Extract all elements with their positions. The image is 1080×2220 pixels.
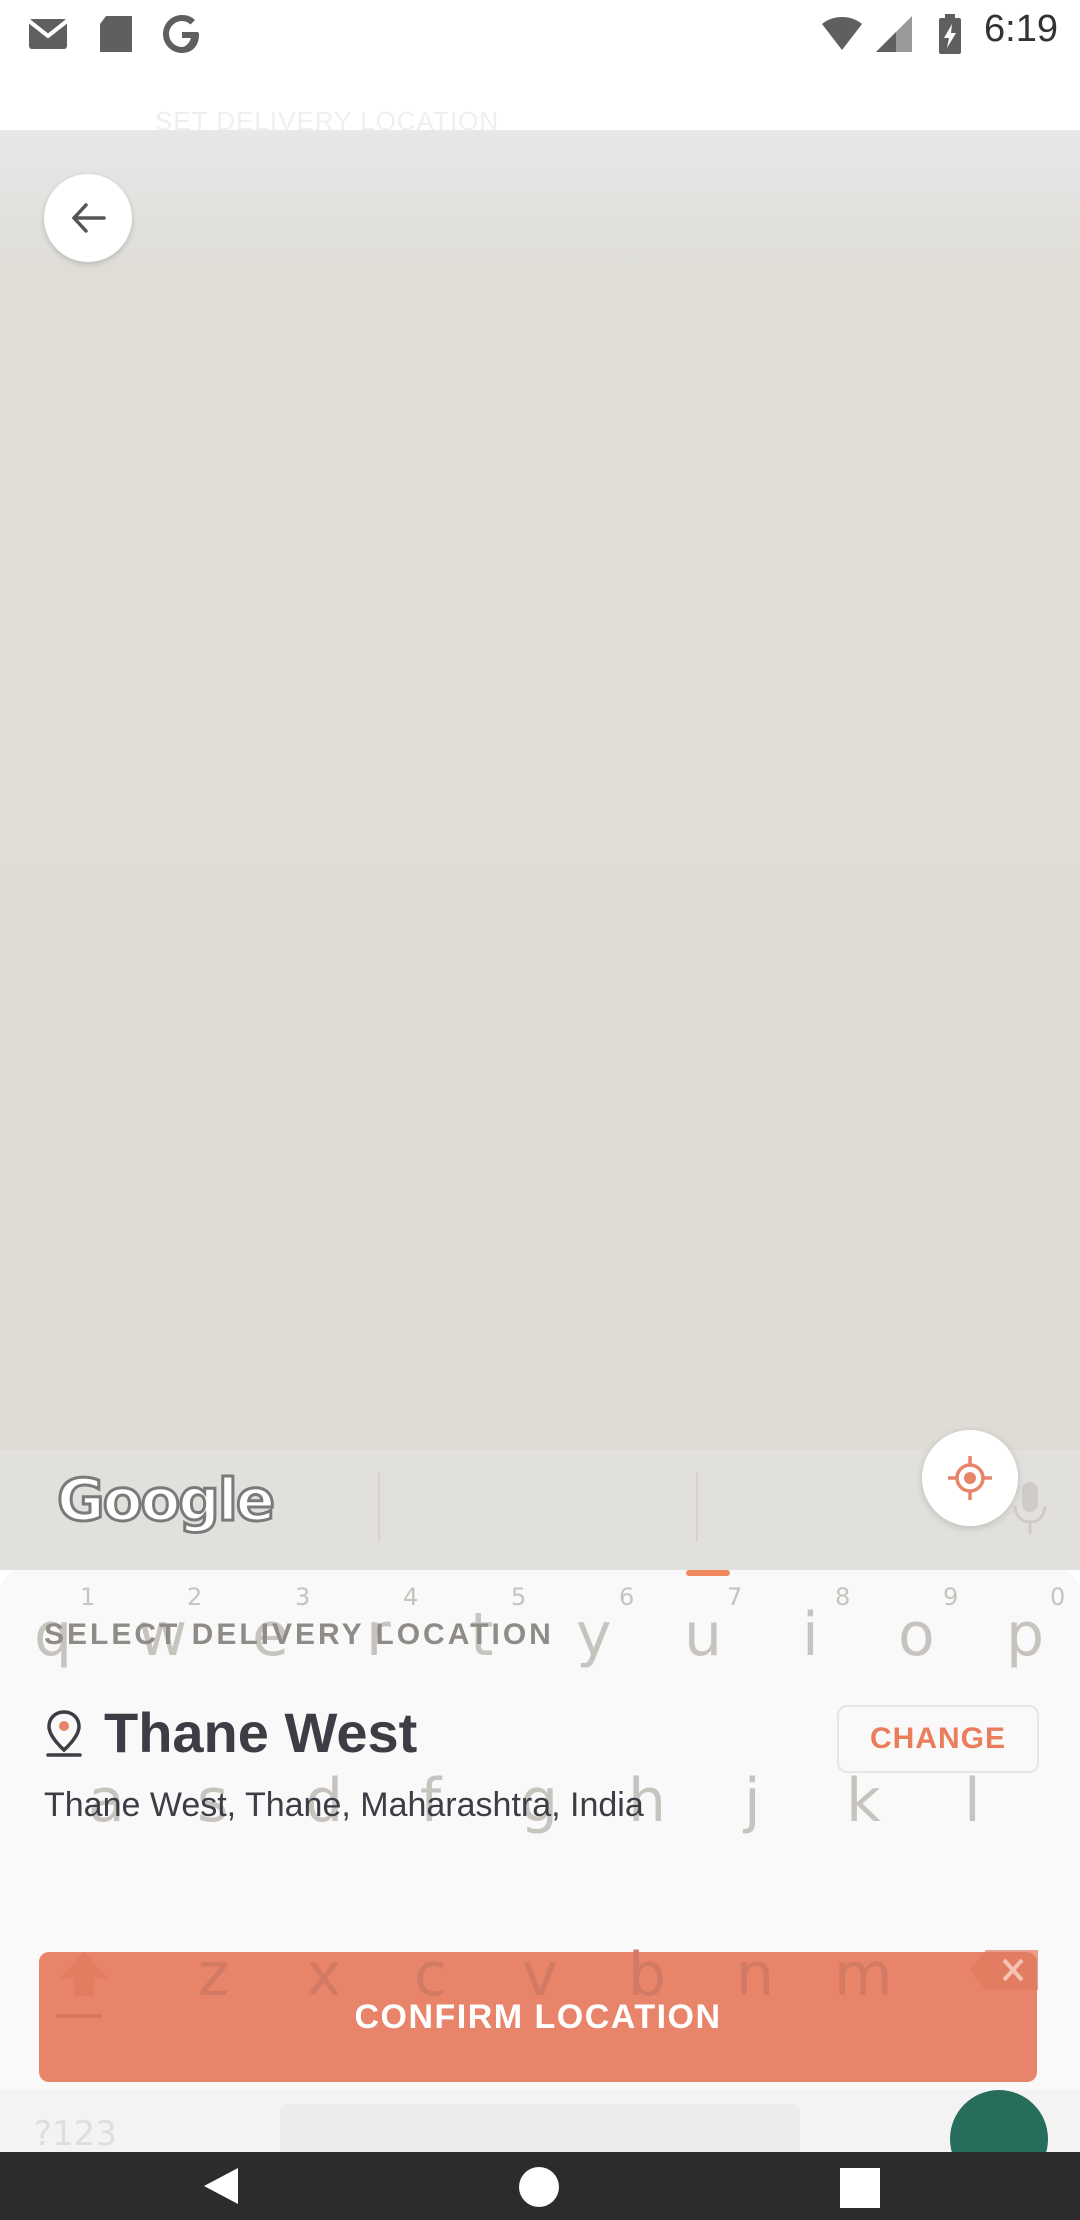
nav-recents-icon[interactable] [838,2166,882,2210]
clock: 6:19 [984,8,1058,50]
ghost-key: 4 [403,1583,419,1611]
symbols-key: ?123 [34,2114,117,2154]
ghost-key: 6 [619,1583,635,1611]
ghost-key: 1 [80,1583,96,1611]
ghost-key: c [414,1940,447,2010]
nav-back-icon[interactable] [198,2164,242,2208]
ghost-key: k [846,1766,881,1836]
nav-home-icon[interactable] [516,2164,562,2210]
section-label: SELECT DELIVERY LOCATION [44,1618,554,1651]
ghost-key: o [898,1600,935,1670]
divider [696,1472,698,1542]
ghost-key: 2 [187,1583,203,1611]
ghost-key: z [198,1940,230,2010]
ghost-key: j [744,1766,761,1836]
cell-signal-icon [876,16,912,52]
ghost-key: m [834,1940,893,2010]
google-icon [163,15,199,53]
wifi-icon [822,17,862,50]
place-name: Thane West [104,1701,418,1764]
header: SET DELIVERY LOCATION [0,66,1080,136]
keyboard-cursor-indicator [686,1570,730,1576]
ghost-key: 9 [943,1583,959,1611]
ghost-key: 7 [727,1583,743,1611]
sd-card-icon [100,16,132,52]
google-attribution: Google [55,1465,276,1536]
backspace-key-icon [970,1950,1038,1990]
arrow-back-icon [72,203,106,233]
place-address: Thane West, Thane, Maharashtra, India [44,1786,644,1824]
my-location-icon [948,1456,992,1500]
battery-charging-icon [939,14,961,54]
system-nav-bar [0,2152,1080,2220]
ghost-key: v [522,1940,558,2010]
back-button[interactable] [44,174,132,262]
ghost-key: u [684,1600,723,1670]
map-view[interactable] [0,130,1080,1450]
ghost-key: b [628,1940,667,2010]
change-location-button[interactable]: CHANGE [837,1705,1039,1773]
ghost-key: y [576,1600,612,1670]
ghost-key: x [306,1940,342,2010]
ghost-key: i [802,1600,819,1670]
location-pin-icon [46,1710,82,1757]
ghost-key: l [964,1766,981,1836]
my-location-button[interactable] [922,1430,1018,1526]
shift-key-icon [56,1952,108,2018]
ghost-key: 3 [295,1583,311,1611]
ghost-key: p [1006,1600,1045,1670]
gmail-icon [27,19,69,49]
ghost-key: 8 [835,1583,851,1611]
ghost-key: 0 [1050,1583,1066,1611]
divider [378,1472,380,1542]
ghost-key: 5 [511,1583,527,1611]
status-bar: 6:19 [0,0,1080,66]
ghost-key: n [736,1940,775,2010]
